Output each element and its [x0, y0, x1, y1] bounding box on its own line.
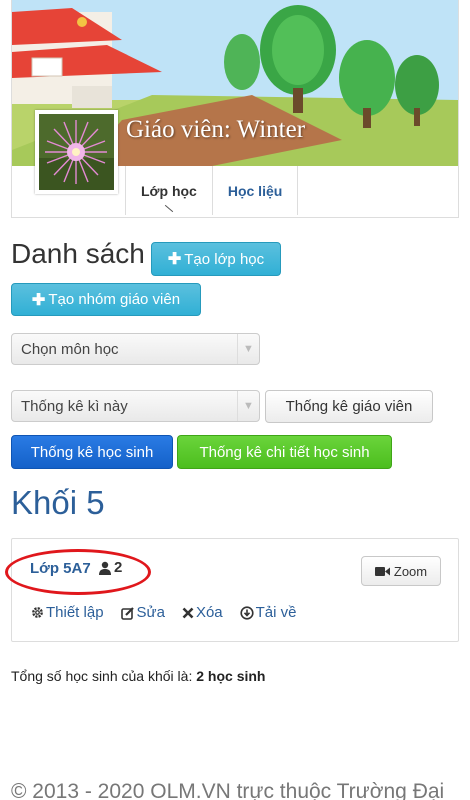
chevron-down-icon: ▼ [237, 391, 259, 421]
profile-cover: Giáo viên: Winter Lớp học Học liệu [11, 0, 459, 218]
grade-student-total: Tổng số học sinh của khối là: 2 học sinh [11, 668, 265, 684]
student-detail-stats-button[interactable]: Thống kê chi tiết học sinh [177, 435, 392, 469]
chevron-down-icon: ▼ [237, 334, 259, 364]
footer-copyright: © 2013 - 2020 OLM.VN trực thuộc Trường Đ… [11, 780, 445, 800]
class-name-link[interactable]: Lớp 5A7 [30, 560, 91, 577]
create-teacher-group-label: Tạo nhóm giáo viên [48, 291, 181, 308]
delete-link[interactable]: Xóa [182, 604, 223, 621]
gear-icon [31, 606, 44, 619]
zoom-button[interactable]: Zoom [361, 556, 441, 586]
teacher-stats-label: Thống kê giáo viên [285, 398, 413, 415]
tab-materials-label: Học liệu [227, 182, 283, 199]
period-select[interactable]: Thống kê kì này ▼ [11, 390, 260, 422]
user-icon [99, 561, 111, 575]
class-card: Lớp 5A7 2 Zoom Thiết lập Sửa Xóa Tải về [5, 538, 459, 642]
subject-select[interactable]: Chọn môn học ▼ [11, 333, 260, 365]
create-class-label: Tạo lớp học [184, 250, 265, 268]
tab-classes-label: Lớp học [141, 182, 197, 199]
student-stats-button[interactable]: Thống kê học sinh [11, 435, 173, 469]
edit-label: Sửa [136, 604, 165, 621]
student-detail-stats-label: Thống kê chi tiết học sinh [199, 443, 370, 461]
tab-classes[interactable]: Lớp học [125, 166, 212, 215]
teacher-stats-button[interactable]: Thống kê giáo viên [265, 390, 433, 423]
settings-link[interactable]: Thiết lập [31, 604, 104, 621]
subject-select-value: Chọn môn học [21, 340, 119, 358]
edit-icon [120, 606, 135, 620]
student-count: 2 [98, 559, 122, 576]
class-actions: Thiết lập Sửa Xóa Tải về [31, 604, 297, 621]
profile-tabs: Lớp học Học liệu [125, 166, 299, 217]
delete-label: Xóa [195, 604, 223, 621]
remove-icon [182, 607, 194, 619]
total-prefix: Tổng số học sinh của khối là: [11, 668, 193, 684]
download-link[interactable]: Tải về [240, 604, 297, 621]
video-camera-icon [374, 566, 390, 576]
period-select-value: Thống kê kì này [21, 397, 128, 415]
plus-icon: ✚ [167, 251, 182, 268]
total-value: 2 học sinh [196, 668, 266, 684]
download-icon [240, 605, 254, 620]
create-teacher-group-button[interactable]: ✚ Tạo nhóm giáo viên [11, 283, 201, 316]
create-class-button[interactable]: ✚ Tạo lớp học [151, 242, 281, 276]
flower-avatar-image [39, 114, 114, 190]
student-count-value: 2 [114, 559, 123, 576]
tab-materials[interactable]: Học liệu [211, 166, 299, 215]
edit-link[interactable]: Sửa [120, 604, 165, 621]
avatar[interactable] [35, 110, 118, 194]
student-stats-label: Thống kê học sinh [30, 443, 154, 461]
grade-title: Khối 5 [11, 484, 105, 521]
zoom-label: Zoom [393, 563, 428, 579]
cover-title: Giáo viên: Winter [126, 116, 306, 143]
plus-icon: ✚ [31, 291, 46, 309]
page-title: Danh sách [11, 238, 145, 269]
download-label: Tải về [255, 604, 297, 621]
settings-label: Thiết lập [46, 604, 104, 621]
